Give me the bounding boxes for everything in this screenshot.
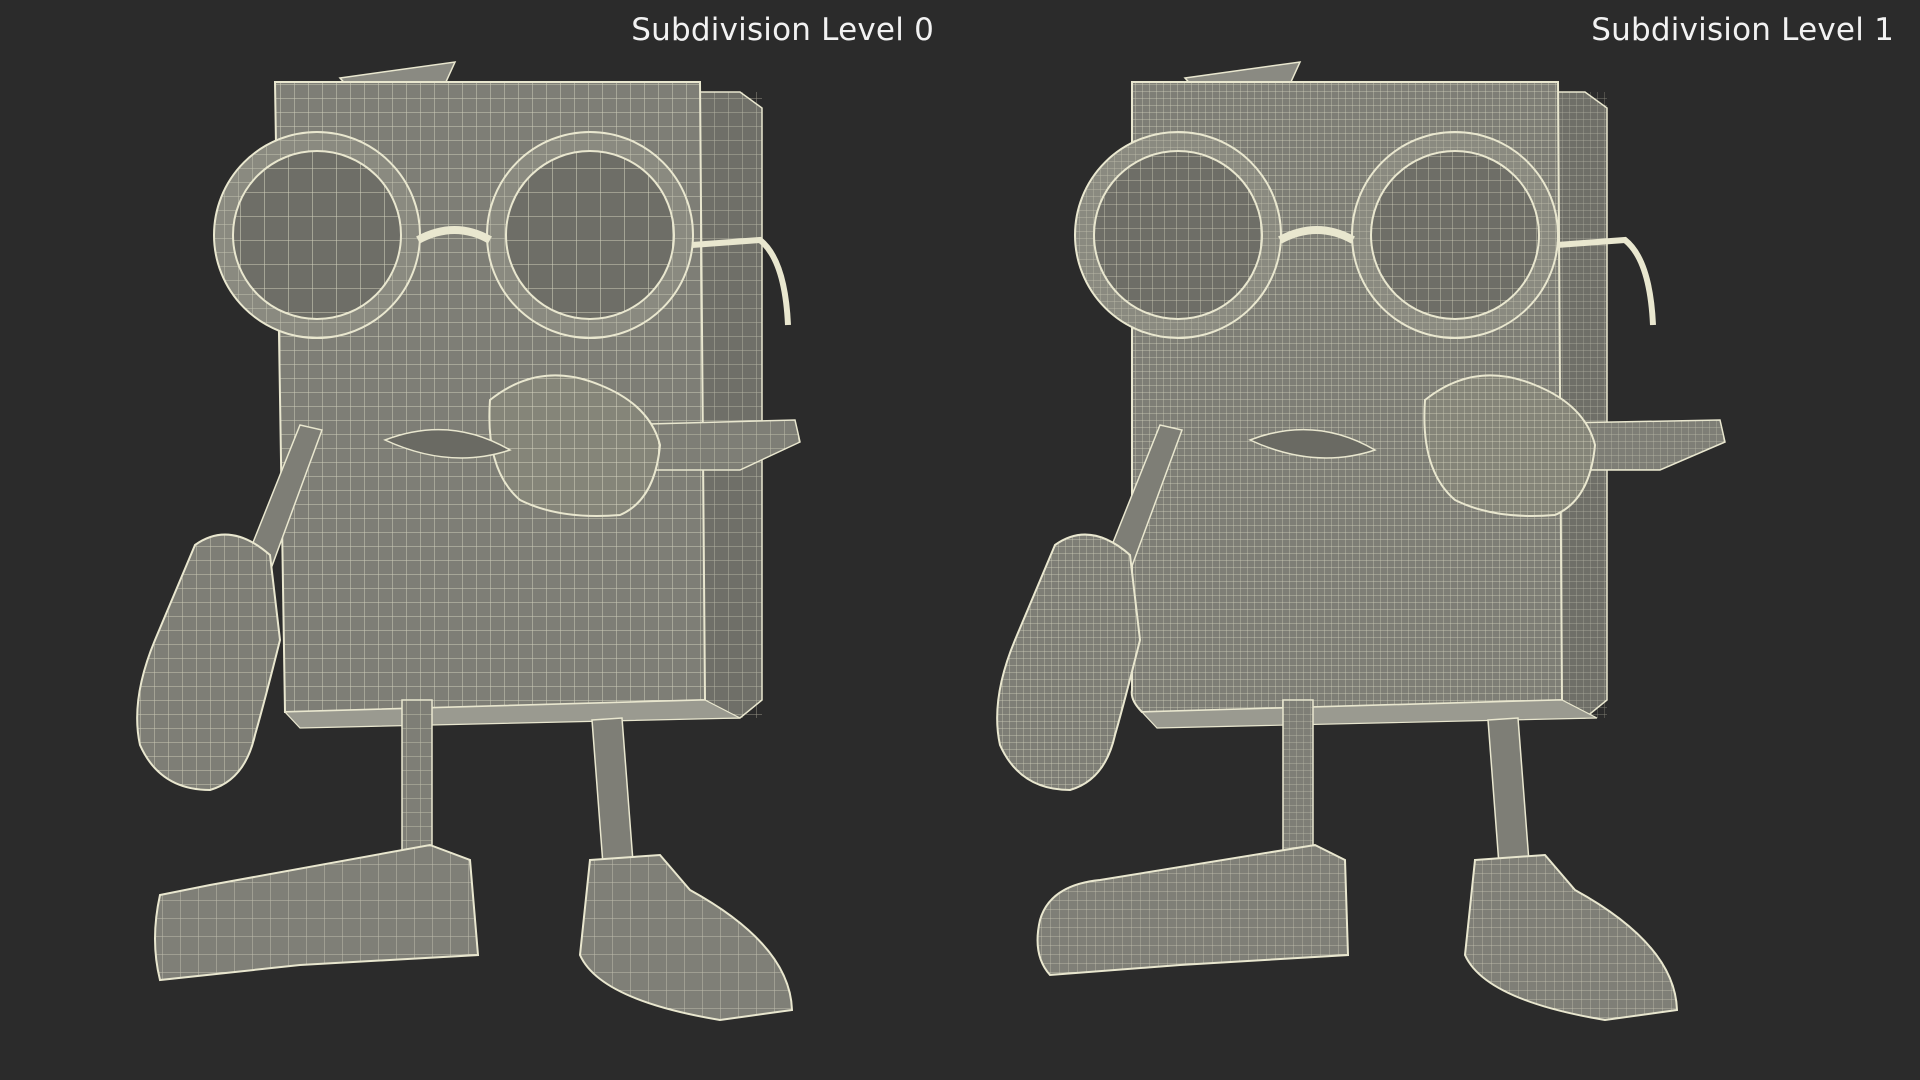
book-character bbox=[136, 61, 801, 1022]
book-character bbox=[996, 61, 1726, 1022]
panel-subdivision-level-1: Subdivision Level 1 bbox=[960, 0, 1920, 1080]
panel-subdivision-level-0: Subdivision Level 0 bbox=[0, 0, 960, 1080]
render-viewport: Subdivision Level 0 Subdivision Level 1 bbox=[0, 0, 1920, 1080]
right-leg bbox=[591, 717, 635, 879]
book-character-model-level-1 bbox=[996, 61, 1726, 1022]
book-character-model-level-0 bbox=[136, 61, 801, 1022]
right-leg bbox=[1487, 717, 1531, 879]
